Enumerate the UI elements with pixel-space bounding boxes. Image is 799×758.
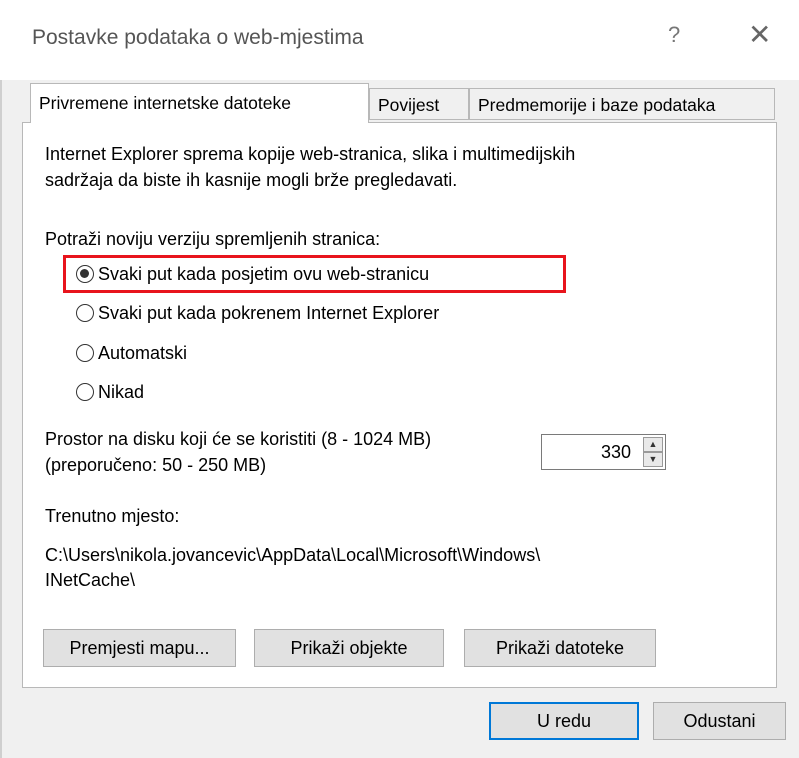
- title-bar: Postavke podataka o web-mjestima ? ✕: [0, 0, 799, 80]
- check-newer-heading: Potraži noviju verziju spremljenih stran…: [45, 229, 381, 249]
- ok-button[interactable]: U redu: [489, 702, 639, 740]
- radio-unselected-icon[interactable]: [76, 304, 94, 322]
- disk-space-value[interactable]: 330: [601, 442, 631, 463]
- current-location-path-line-1: C:\Users\nikola.jovancevic\AppData\Local…: [45, 545, 541, 565]
- spin-down-arrow-icon[interactable]: ▼: [643, 452, 663, 467]
- help-icon[interactable]: ?: [668, 22, 680, 48]
- radio-every-visit[interactable]: Svaki put kada posjetim ovu web-stranicu: [76, 262, 429, 286]
- radio-label: Svaki put kada pokrenem Internet Explore…: [98, 302, 440, 323]
- description-line-1: Internet Explorer sprema kopije web-stra…: [45, 144, 576, 164]
- radio-automatic[interactable]: Automatski: [76, 341, 187, 365]
- disk-space-stepper[interactable]: 330 ▲ ▼: [541, 434, 666, 470]
- tab-history[interactable]: Povijest: [369, 88, 469, 120]
- close-icon[interactable]: ✕: [748, 18, 771, 51]
- view-objects-button[interactable]: Prikaži objekte: [254, 629, 444, 667]
- move-folder-button[interactable]: Premjesti mapu...: [43, 629, 236, 667]
- radio-never[interactable]: Nikad: [76, 380, 144, 404]
- tab-temporary-internet-files[interactable]: Privremene internetske datoteke: [30, 83, 369, 123]
- window-title: Postavke podataka o web-mjestima: [32, 26, 364, 49]
- window-edge: [0, 80, 2, 758]
- description-line-2: sadržaja da biste ih kasnije mogli brže …: [45, 170, 458, 190]
- disk-space-label-line-2: (preporučeno: 50 - 250 MB): [45, 455, 267, 475]
- current-location-path-line-2: INetCache\: [45, 570, 136, 590]
- tab-caches-and-databases[interactable]: Predmemorije i baze podataka: [469, 88, 775, 120]
- radio-selected-icon[interactable]: [76, 265, 94, 283]
- radio-unselected-icon[interactable]: [76, 344, 94, 362]
- radio-label: Automatski: [98, 342, 188, 363]
- spin-up-arrow-icon[interactable]: ▲: [643, 437, 663, 452]
- radio-label: Nikad: [98, 381, 145, 402]
- current-location-label: Trenutno mjesto:: [45, 506, 180, 526]
- settings-dialog: Postavke podataka o web-mjestima ? ✕ Pri…: [0, 0, 799, 758]
- radio-every-start[interactable]: Svaki put kada pokrenem Internet Explore…: [76, 301, 439, 325]
- disk-space-label-line-1: Prostor na disku koji će se koristiti (8…: [45, 429, 432, 449]
- view-files-button[interactable]: Prikaži datoteke: [464, 629, 656, 667]
- cancel-button[interactable]: Odustani: [653, 702, 786, 740]
- radio-label: Svaki put kada posjetim ovu web-stranicu: [98, 263, 430, 284]
- radio-unselected-icon[interactable]: [76, 383, 94, 401]
- tab-panel: [22, 122, 777, 688]
